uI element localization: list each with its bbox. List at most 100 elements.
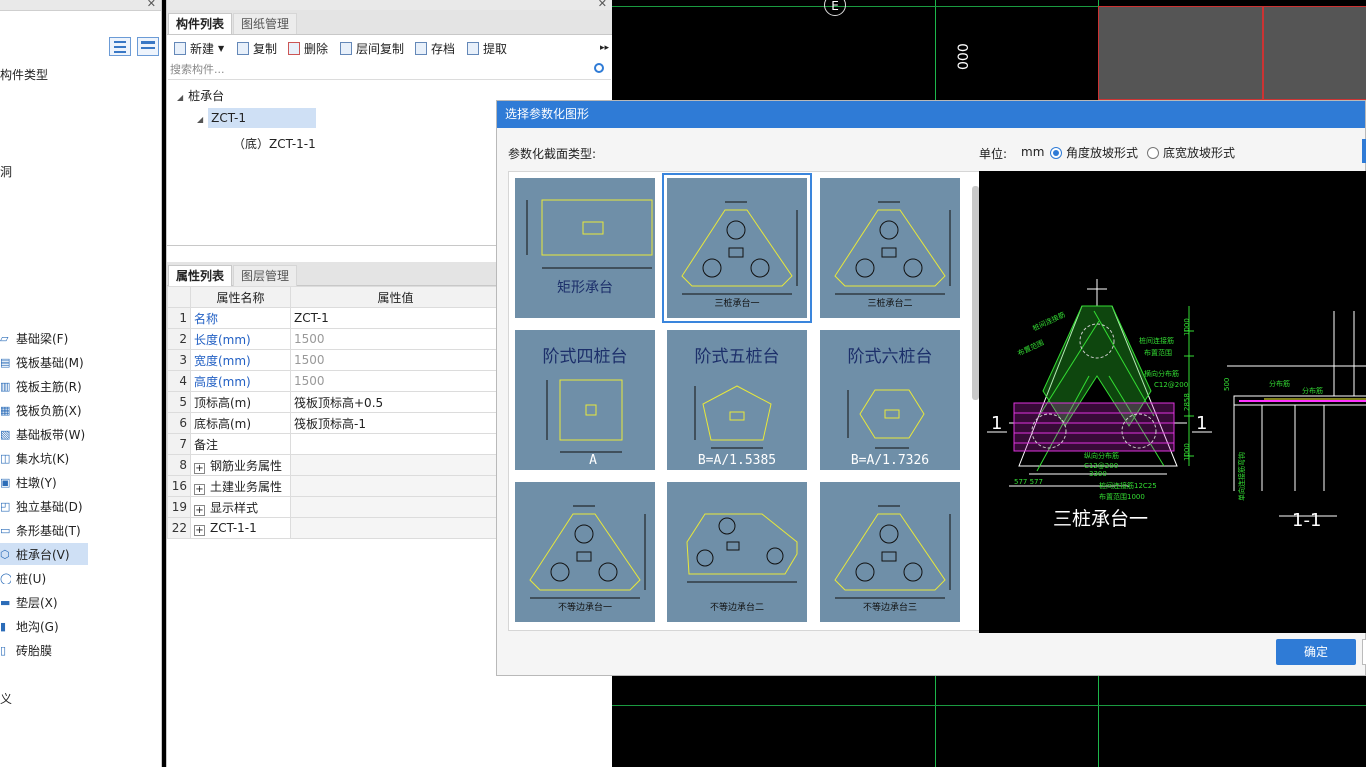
table-row[interactable]: 8 + 钢筋业务属性: [167, 454, 501, 476]
row-number: 16: [167, 475, 191, 497]
property-value[interactable]: [290, 517, 501, 539]
tree-root[interactable]: ◢ 桩承台: [177, 87, 224, 104]
expand-icon[interactable]: +: [194, 483, 205, 495]
grid-view-icon[interactable]: [137, 37, 159, 56]
table-row[interactable]: 4 高度(mm) 1500: [167, 370, 501, 392]
search-input[interactable]: 搜索构件...: [168, 60, 611, 80]
nav-item[interactable]: ▦ 筏板负筋(X): [0, 399, 88, 421]
nav-item[interactable]: ▯ 砖胎膜: [0, 639, 88, 661]
table-row[interactable]: 16 + 土建业务属性: [167, 475, 501, 497]
delete-button[interactable]: 删除: [288, 39, 328, 57]
close-icon[interactable]: ✕: [147, 0, 156, 10]
expand-icon[interactable]: +: [194, 504, 205, 516]
shape-option[interactable]: 三桩承台二: [820, 178, 960, 318]
table-row[interactable]: 22 + ZCT-1-1: [167, 517, 501, 539]
property-value[interactable]: 1500: [290, 370, 501, 392]
new-button[interactable]: 新建 ▼: [174, 39, 224, 57]
shape-option[interactable]: 不等边承台二: [667, 482, 807, 622]
expand-icon[interactable]: ◢: [177, 93, 183, 102]
floor-copy-button[interactable]: 层间复制: [340, 39, 404, 57]
svg-text:1000: 1000: [1183, 443, 1191, 461]
nav-item-label: 筏板主筋(R): [16, 379, 82, 394]
nav-item[interactable]: ▭ 条形基础(T): [0, 519, 88, 541]
property-value[interactable]: [290, 475, 501, 497]
radio-angle-slope[interactable]: 角度放坡形式: [1050, 144, 1138, 161]
nav-item[interactable]: ▱ 基础梁(F): [0, 327, 88, 349]
cancel-button-partial[interactable]: [1362, 639, 1366, 665]
property-value[interactable]: ZCT-1: [290, 307, 501, 329]
property-name: 高度(mm): [190, 370, 291, 392]
property-value[interactable]: [290, 433, 501, 455]
radio-icon[interactable]: [1147, 147, 1159, 159]
table-row[interactable]: 7 备注: [167, 433, 501, 455]
preview-caption: 三桩承台一: [1053, 508, 1148, 530]
shape-option[interactable]: 阶式五桩台 B=A/1.5385: [667, 330, 807, 470]
shape-option[interactable]: 三桩承台一: [662, 173, 812, 323]
table-row[interactable]: 6 底标高(m) 筏板顶标高-1: [167, 412, 501, 434]
nav-item[interactable]: ◯ 桩(U): [0, 567, 88, 589]
table-row[interactable]: 3 宽度(mm) 1500: [167, 349, 501, 371]
scrollbar[interactable]: [972, 186, 979, 400]
tree-item-selected[interactable]: ◢ ZCT-1: [197, 108, 317, 128]
property-value[interactable]: [290, 496, 501, 518]
property-value[interactable]: 1500: [290, 349, 501, 371]
nav-item[interactable]: ▧ 基础板带(W): [0, 423, 88, 445]
tab-layer-management[interactable]: 图层管理: [233, 265, 298, 286]
section-type-label: 参数化截面类型:: [508, 147, 597, 161]
property-name-text: 顶标高(m): [194, 395, 252, 410]
expand-icon[interactable]: +: [194, 462, 205, 474]
nav-item[interactable]: ◰ 独立基础(D): [0, 495, 88, 517]
component-icon: ▧: [0, 428, 11, 440]
shape-option[interactable]: 阶式四桩台 A: [515, 330, 655, 470]
expand-icon[interactable]: +: [194, 524, 205, 536]
table-row[interactable]: 1 名称 ZCT-1: [167, 307, 501, 329]
ok-button[interactable]: 确定: [1276, 639, 1356, 665]
list-view-icon[interactable]: [109, 37, 131, 56]
close-icon[interactable]: ✕: [598, 0, 607, 10]
shape-option[interactable]: 不等边承台三: [820, 482, 960, 622]
copy-button[interactable]: 复制: [237, 39, 277, 57]
row-number: 7: [167, 433, 191, 455]
table-row[interactable]: 2 长度(mm) 1500: [167, 328, 501, 350]
table-row[interactable]: 5 顶标高(m) 筏板顶标高+0.5: [167, 391, 501, 413]
component-icon: ◫: [0, 452, 11, 464]
nav-item-label: 柱墩(Y): [16, 475, 57, 490]
tab-drawing-management[interactable]: 图纸管理: [233, 13, 298, 34]
property-value[interactable]: 筏板顶标高-1: [290, 412, 501, 434]
row-number: 5: [167, 391, 191, 413]
svg-text:横向分布筋: 横向分布筋: [1144, 369, 1179, 378]
shape-option[interactable]: 不等边承台一: [515, 482, 655, 622]
tab-component-list[interactable]: 构件列表: [168, 13, 233, 34]
shape-formula: B=A/1.5385: [698, 453, 776, 468]
expand-icon[interactable]: ◢: [197, 110, 203, 130]
nav-item[interactable]: ▣ 柱墩(Y): [0, 471, 88, 493]
save-button[interactable]: 存档: [415, 39, 455, 57]
radio-icon[interactable]: [1050, 147, 1062, 159]
toolbar-button-partial[interactable]: [1362, 139, 1366, 163]
nav-item[interactable]: ▤ 筏板基础(M): [0, 351, 88, 373]
shape-label: 阶式六桩台: [848, 347, 933, 367]
search-icon[interactable]: [594, 63, 604, 73]
nav-partial-label-bottom: 义: [0, 692, 13, 706]
nav-item[interactable]: ▮ 地沟(G): [0, 615, 88, 637]
more-icon[interactable]: ▸▸: [600, 39, 609, 57]
property-value[interactable]: 1500: [290, 328, 501, 350]
shape-option[interactable]: 矩形承台: [515, 178, 655, 318]
property-value[interactable]: [290, 454, 501, 476]
nav-item[interactable]: ▬ 垫层(X): [0, 591, 88, 613]
nav-item[interactable]: ▥ 筏板主筋(R): [0, 375, 88, 397]
property-name-text: 显示样式: [210, 500, 259, 515]
tab-property-list[interactable]: 属性列表: [168, 265, 233, 286]
shape-option[interactable]: 阶式六桩台 B=A/1.7326: [820, 330, 960, 470]
extract-button[interactable]: 提取: [467, 39, 507, 57]
property-value[interactable]: 筏板顶标高+0.5: [290, 391, 501, 413]
nav-item[interactable]: ⬡ 桩承台(V): [0, 543, 88, 565]
component-icon: ▬: [0, 596, 11, 608]
tree-item[interactable]: （底）ZCT-1-1: [233, 135, 316, 152]
radio-width-slope[interactable]: 底宽放坡形式: [1147, 144, 1235, 161]
dimension-text: 000: [956, 43, 972, 70]
nav-item[interactable]: ◫ 集水坑(K): [0, 447, 88, 469]
table-row[interactable]: 19 + 显示样式: [167, 496, 501, 518]
chevron-down-icon[interactable]: ▼: [218, 44, 224, 53]
nav-item-label: 垫层(X): [16, 595, 58, 610]
